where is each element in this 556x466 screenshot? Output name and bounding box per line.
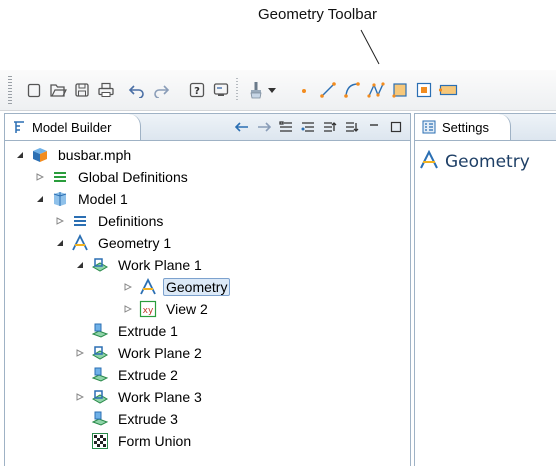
redo-icon[interactable] xyxy=(151,80,171,100)
collapsed-arrow-icon[interactable] xyxy=(35,172,45,182)
model-builder-tools xyxy=(234,118,404,136)
collapsed-arrow-icon[interactable] xyxy=(55,216,65,226)
tree-label: Work Plane 2 xyxy=(118,345,202,361)
expand-all-icon[interactable] xyxy=(322,119,338,135)
tree-label: Form Union xyxy=(118,433,192,449)
work-plane-icon xyxy=(91,344,109,362)
definitions-icon xyxy=(51,168,69,186)
line-icon[interactable] xyxy=(318,80,338,100)
settings-grid-icon xyxy=(421,119,437,135)
geometry-icon xyxy=(139,278,157,296)
tree-node-view-2[interactable]: xy View 2 xyxy=(123,298,211,320)
form-union-icon xyxy=(91,432,109,450)
maximize-icon[interactable] xyxy=(388,119,404,135)
settings-panel: Settings Geometry xyxy=(414,113,556,466)
tree-node-model-1[interactable]: Model 1 xyxy=(35,188,131,210)
tree-label: busbar.mph xyxy=(58,147,132,163)
build-brush-icon[interactable] xyxy=(246,80,266,100)
tree-label: Work Plane 3 xyxy=(118,389,202,405)
rectangle-icon[interactable] xyxy=(414,80,434,100)
tree-label: Global Definitions xyxy=(78,169,188,185)
model-builder-panel: Model Builder busbar.mph Global Definiti… xyxy=(4,113,411,466)
tree-label: Definitions xyxy=(98,213,164,229)
model-icon xyxy=(51,190,69,208)
monitor-icon[interactable] xyxy=(211,80,231,100)
collapsed-arrow-icon[interactable] xyxy=(123,304,133,314)
tree-node-form-union[interactable]: Form Union xyxy=(91,430,194,452)
tree-label: Model 1 xyxy=(78,191,128,207)
tree-node-definitions[interactable]: Definitions xyxy=(55,210,166,232)
tree-node-geometry-1[interactable]: Geometry 1 xyxy=(55,232,174,254)
collapsed-arrow-icon[interactable] xyxy=(75,348,85,358)
tree-node-work-plane-3[interactable]: Work Plane 3 xyxy=(75,386,205,408)
model-builder-icon xyxy=(11,119,27,135)
tree-node-extrude-2[interactable]: Extrude 2 xyxy=(91,364,181,386)
svg-text:xy: xy xyxy=(143,306,154,316)
toolbar-grip[interactable] xyxy=(8,76,12,104)
open-folder-icon[interactable] xyxy=(48,80,68,100)
application-window: ? Model Builder busbar.mph Global Defini… xyxy=(0,70,556,466)
toolbar-separator xyxy=(236,78,238,102)
help-icon[interactable]: ? xyxy=(187,80,207,100)
xy-view-icon: xy xyxy=(139,300,157,318)
definitions-icon xyxy=(71,212,89,230)
tab-model-builder-label: Model Builder xyxy=(32,119,112,135)
tree-label: Work Plane 1 xyxy=(118,257,202,273)
tree-node-work-plane-2[interactable]: Work Plane 2 xyxy=(75,342,205,364)
polygon-icon[interactable] xyxy=(366,80,386,100)
minimize-icon[interactable] xyxy=(366,119,382,135)
expanded-arrow-icon[interactable] xyxy=(35,194,45,204)
settings-header: Geometry xyxy=(419,149,530,174)
tree-label: Extrude 3 xyxy=(118,411,178,427)
extrude-icon xyxy=(91,322,109,340)
expanded-arrow-icon[interactable] xyxy=(55,238,65,248)
tree-node-busbar[interactable]: busbar.mph xyxy=(15,144,134,166)
tab-settings[interactable]: Settings xyxy=(415,114,511,140)
extrude-icon xyxy=(91,366,109,384)
model-builder-tabbar: Model Builder xyxy=(5,114,410,141)
chevron-down-icon[interactable] xyxy=(266,80,278,100)
back-arrow-icon[interactable] xyxy=(234,119,250,135)
tree-label: Geometry 1 xyxy=(98,235,172,251)
callout-pointer-line xyxy=(360,29,380,65)
collapsed-arrow-icon[interactable] xyxy=(75,392,85,402)
tree-node-extrude-3[interactable]: Extrude 3 xyxy=(91,408,181,430)
expanded-arrow-icon[interactable] xyxy=(75,260,85,270)
expanded-arrow-icon[interactable] xyxy=(15,150,25,160)
tree-label: Geometry xyxy=(163,278,231,296)
tab-settings-label: Settings xyxy=(442,119,489,135)
geometry-icon xyxy=(71,234,89,252)
work-plane-icon xyxy=(91,256,109,274)
mph-file-icon xyxy=(31,146,49,164)
collapse-all-icon[interactable] xyxy=(344,119,360,135)
print-icon[interactable] xyxy=(96,80,116,100)
tab-model-builder[interactable]: Model Builder xyxy=(5,114,141,140)
tree-node-extrude-1[interactable]: Extrude 1 xyxy=(91,320,181,342)
tree-node-global-definitions[interactable]: Global Definitions xyxy=(35,166,191,188)
geometry-icon xyxy=(419,149,439,174)
arc-icon[interactable] xyxy=(342,80,362,100)
tree-node-geometry-selected[interactable]: Geometry xyxy=(123,276,231,298)
extrude-icon xyxy=(91,410,109,428)
square-icon[interactable] xyxy=(390,80,410,100)
forward-arrow-icon[interactable] xyxy=(256,119,272,135)
tree-label: Extrude 2 xyxy=(118,367,178,383)
main-toolbar: ? xyxy=(0,70,556,111)
tree-label: View 2 xyxy=(166,301,208,317)
svg-text:?: ? xyxy=(194,86,200,97)
settings-tabbar: Settings xyxy=(415,114,556,141)
work-plane-icon xyxy=(91,388,109,406)
wide-rectangle-icon[interactable] xyxy=(438,80,458,100)
settings-section-title: Geometry xyxy=(445,152,530,172)
new-file-icon[interactable] xyxy=(24,80,44,100)
save-icon[interactable] xyxy=(72,80,92,100)
point-icon[interactable] xyxy=(294,80,314,100)
hide-icon[interactable] xyxy=(300,119,316,135)
collapsed-arrow-icon[interactable] xyxy=(123,282,133,292)
undo-icon[interactable] xyxy=(127,80,147,100)
tree-node-work-plane-1[interactable]: Work Plane 1 xyxy=(75,254,205,276)
tree-label: Extrude 1 xyxy=(118,323,178,339)
show-icon[interactable] xyxy=(278,119,294,135)
